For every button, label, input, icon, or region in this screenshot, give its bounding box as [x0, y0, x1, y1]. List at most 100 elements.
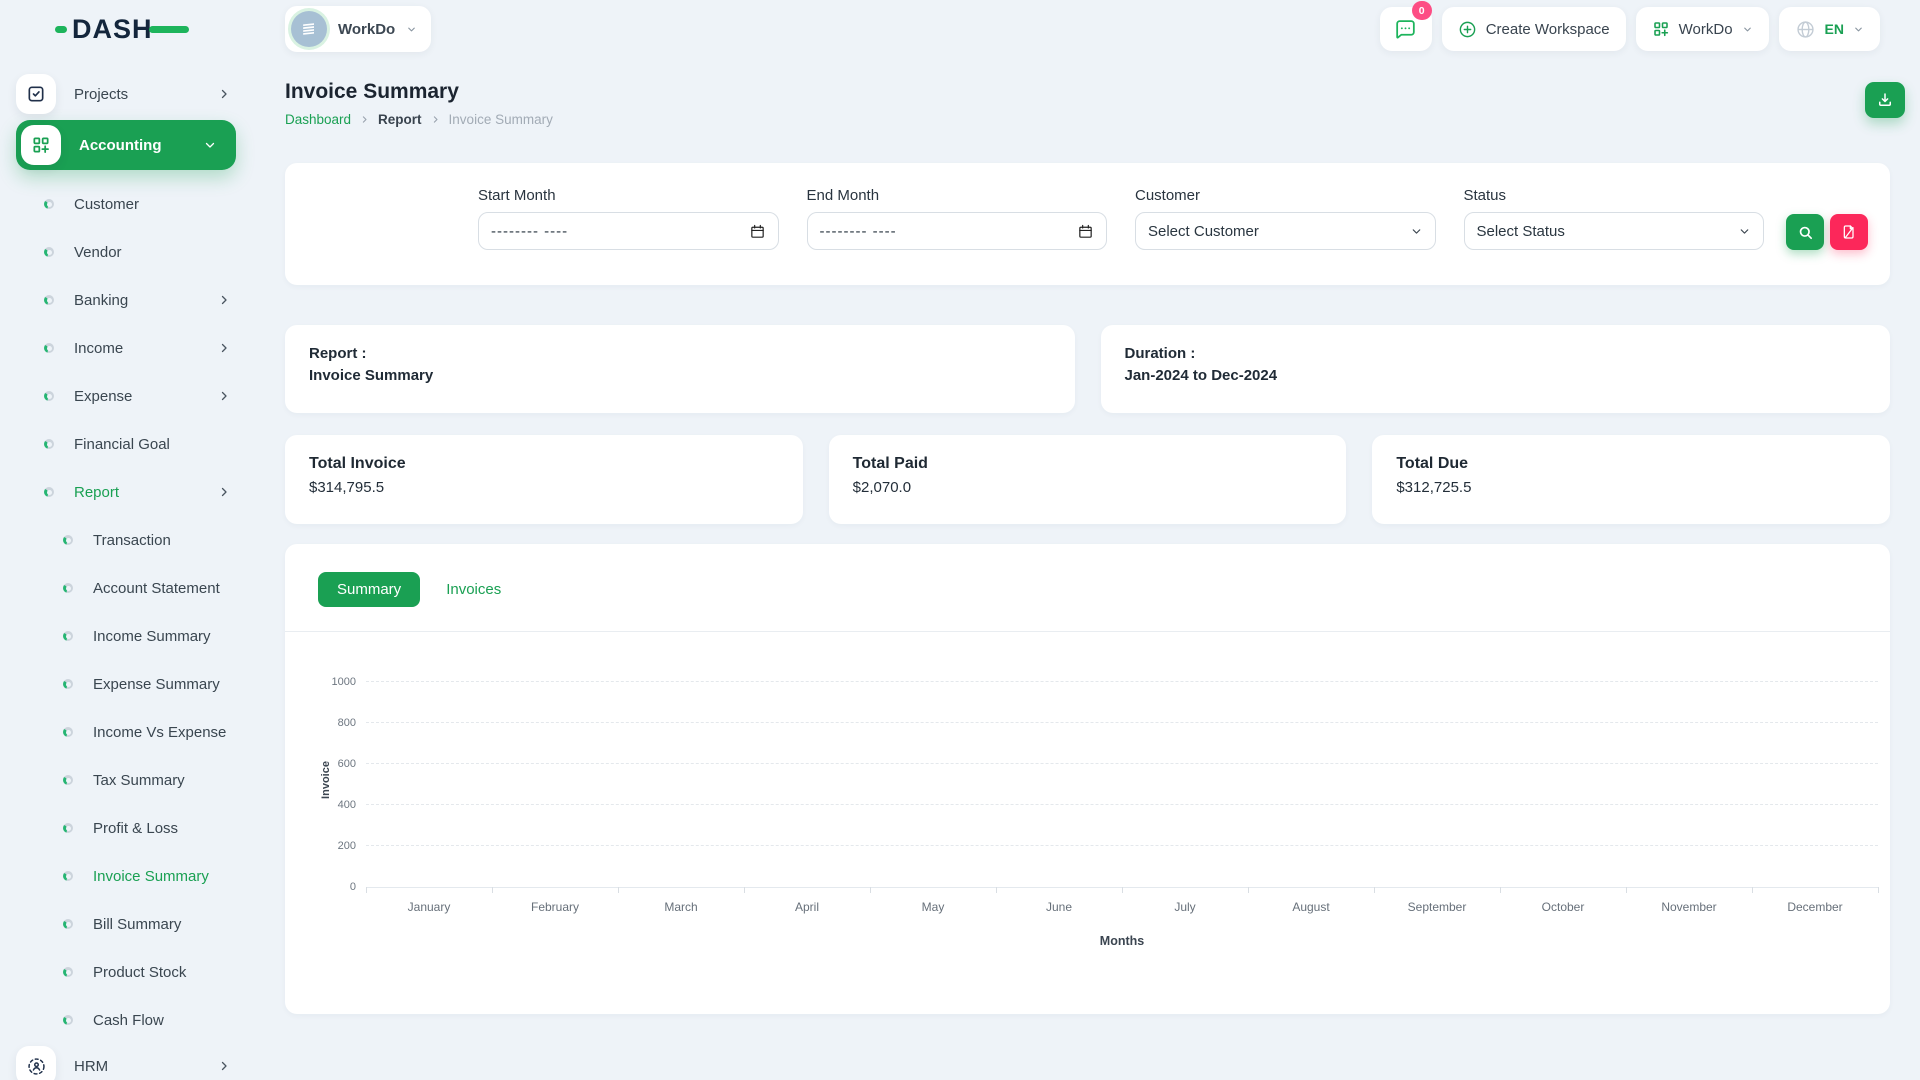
sidebar-item-label: Income Summary [93, 628, 211, 645]
chevron-right-icon [218, 1060, 230, 1072]
sidebar-item-label: Accounting [79, 137, 162, 154]
sidebar-item-tax-summary[interactable]: Tax Summary [16, 756, 258, 804]
chart-plot: 02004006008001000 [366, 682, 1878, 888]
y-tick-label: 0 [350, 881, 356, 893]
create-workspace-button[interactable]: Create Workspace [1442, 7, 1626, 51]
sidebar-item-hrm[interactable]: HRM [16, 1044, 258, 1080]
x-tick-label: April [744, 900, 870, 914]
x-axis-tick [618, 887, 619, 893]
sidebar-item-label: Cash Flow [93, 1012, 164, 1029]
tabs-divider [285, 631, 1890, 632]
total-due-label: Total Due [1396, 455, 1866, 473]
sidebar-item-label: Income [74, 340, 123, 357]
sidebar-item-bill-summary[interactable]: Bill Summary [16, 900, 258, 948]
totals-row: Total Invoice $314,795.5 Total Paid $2,0… [285, 435, 1890, 524]
sidebar-item-accounting[interactable]: Accounting [16, 120, 236, 170]
report-card: Report : Invoice Summary [285, 325, 1075, 413]
sidebar-item-label: Banking [74, 292, 128, 309]
chevron-down-icon [1742, 24, 1753, 35]
messages-button[interactable]: 0 [1380, 7, 1432, 51]
sidebar-item-invoice-summary[interactable]: Invoice Summary [16, 852, 258, 900]
sidebar-item-account-statement[interactable]: Account Statement [16, 564, 258, 612]
logo-accent-bar-icon [55, 26, 67, 33]
bullet-dot-icon [63, 967, 73, 977]
x-tick-label: September [1374, 900, 1500, 914]
bullet-dot-icon [63, 871, 73, 881]
total-due-card: Total Due $312,725.5 [1372, 435, 1890, 524]
total-invoice-card: Total Invoice $314,795.5 [285, 435, 803, 524]
x-axis-tick [1122, 887, 1123, 893]
apply-filter-button[interactable] [1786, 214, 1824, 250]
breadcrumb-dashboard-link[interactable]: Dashboard [285, 112, 351, 127]
bullet-dot-icon [63, 631, 73, 641]
chart-tabs: Summary Invoices [285, 572, 1890, 607]
duration-value: Jan-2024 to Dec-2024 [1125, 367, 1867, 384]
page-title: Invoice Summary [285, 80, 1890, 104]
grid-plus-icon [1652, 20, 1670, 38]
sidebar-item-label: Account Statement [93, 580, 220, 597]
y-axis-title: Invoice [320, 761, 332, 799]
chevron-right-icon [218, 342, 230, 354]
tab-invoices[interactable]: Invoices [446, 581, 501, 598]
report-info-row: Report : Invoice Summary Duration : Jan-… [285, 325, 1890, 413]
total-invoice-label: Total Invoice [309, 455, 779, 473]
sidebar-item-label: Expense Summary [93, 676, 220, 693]
customer-field: Customer Select Customer [1135, 187, 1436, 285]
sidebar-item-cash-flow[interactable]: Cash Flow [16, 996, 258, 1044]
workspace-selector[interactable]: WorkDo [285, 6, 431, 52]
sidebar-item-income-vs-expense[interactable]: Income Vs Expense [16, 708, 258, 756]
total-invoice-value: $314,795.5 [309, 479, 779, 496]
sidebar-item-report[interactable]: Report [16, 468, 258, 516]
x-axis-tick [1626, 887, 1627, 893]
customer-select[interactable]: Select Customer [1135, 212, 1436, 250]
sidebar-item-product-stock[interactable]: Product Stock [16, 948, 258, 996]
sidebar-item-projects[interactable]: Projects [16, 72, 258, 116]
chevron-down-icon [204, 139, 216, 151]
end-month-input[interactable]: -------- ---- [807, 212, 1108, 250]
tab-summary[interactable]: Summary [318, 572, 420, 607]
sidebar-item-financial-goal[interactable]: Financial Goal [16, 420, 258, 468]
sidebar-item-profit-loss[interactable]: Profit & Loss [16, 804, 258, 852]
download-button[interactable] [1865, 82, 1905, 118]
workdo-menu-button[interactable]: WorkDo [1636, 7, 1769, 51]
x-tick-label: December [1752, 900, 1878, 914]
x-axis-title: Months [366, 934, 1878, 948]
sidebar-item-income-summary[interactable]: Income Summary [16, 612, 258, 660]
sidebar-item-vendor[interactable]: Vendor [16, 228, 258, 276]
sidebar-item-income[interactable]: Income [16, 324, 258, 372]
breadcrumb: Dashboard Report Invoice Summary [285, 112, 1890, 127]
customer-select-value: Select Customer [1148, 223, 1259, 240]
reset-filter-button[interactable] [1830, 214, 1868, 250]
start-month-input[interactable]: -------- ---- [478, 212, 779, 250]
sidebar-item-customer[interactable]: Customer [16, 180, 258, 228]
x-axis-tick [366, 887, 367, 893]
sidebar: Projects Accounting Customer Vendor Banking I… [0, 58, 258, 1080]
bullet-dot-icon [44, 247, 54, 257]
y-tick-label: 400 [338, 799, 356, 811]
hrm-icon [16, 1046, 56, 1080]
duration-label: Duration : [1125, 345, 1867, 362]
sidebar-item-banking[interactable]: Banking [16, 276, 258, 324]
start-month-placeholder: -------- ---- [491, 223, 568, 240]
download-icon [1876, 91, 1894, 109]
bullet-dot-icon [63, 535, 73, 545]
language-button[interactable]: EN [1779, 7, 1880, 51]
breadcrumb-current: Invoice Summary [449, 112, 553, 127]
chat-bubble-icon [1393, 17, 1418, 42]
messages-count-badge: 0 [1412, 1, 1432, 20]
breadcrumb-report-link[interactable]: Report [378, 112, 422, 127]
sidebar-item-expense-summary[interactable]: Expense Summary [16, 660, 258, 708]
sidebar-item-transaction[interactable]: Transaction [16, 516, 258, 564]
chevron-down-icon [1738, 225, 1751, 238]
x-axis-tick [1500, 887, 1501, 893]
duration-card: Duration : Jan-2024 to Dec-2024 [1101, 325, 1891, 413]
bullet-dot-icon [44, 343, 54, 353]
x-tick-label: February [492, 900, 618, 914]
x-tick-label: October [1500, 900, 1626, 914]
bullet-dot-icon [44, 295, 54, 305]
bullet-dot-icon [44, 439, 54, 449]
status-select[interactable]: Select Status [1464, 212, 1765, 250]
sidebar-item-label: Vendor [74, 244, 122, 261]
report-value: Invoice Summary [309, 367, 1051, 384]
sidebar-item-expense[interactable]: Expense [16, 372, 258, 420]
